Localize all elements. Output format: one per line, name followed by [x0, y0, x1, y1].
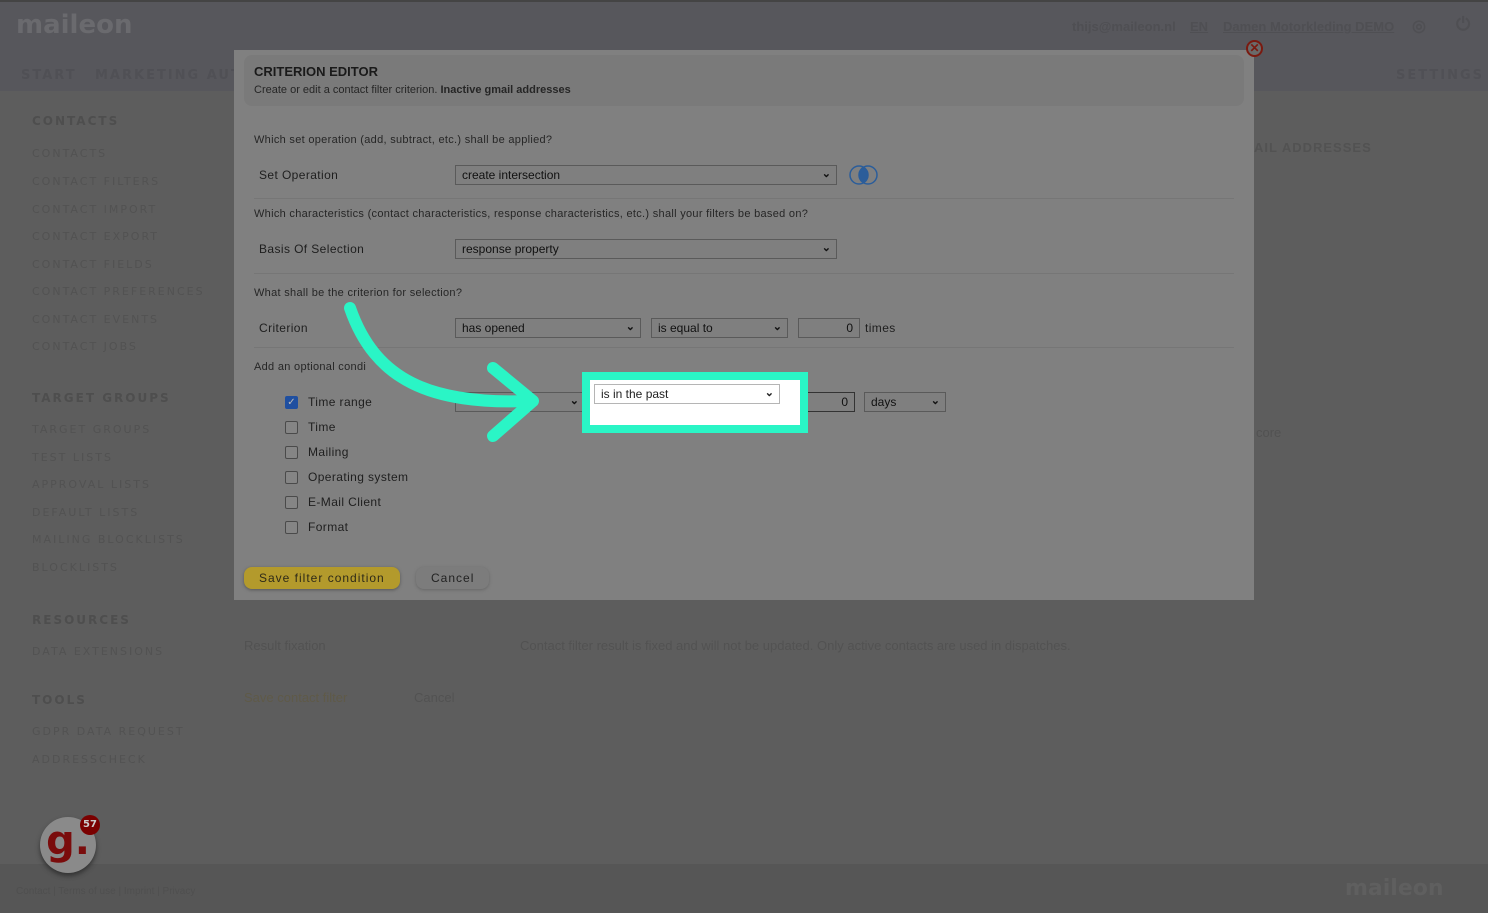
highlighted-time-range-operator: is in the past ⌄ [582, 372, 808, 433]
chevron-down-icon: ⌄ [772, 321, 782, 333]
notification-count: 57 [80, 815, 100, 835]
set-operation-value: create intersection [462, 168, 561, 182]
account-link[interactable]: Damen Motorkleding DEMO [1223, 19, 1394, 34]
close-dialog-icon[interactable]: ✕ [1246, 40, 1263, 57]
sidebar-heading: TOOLS [32, 693, 87, 707]
footer-links[interactable]: Contact | Terms of use | Imprint | Priva… [16, 886, 195, 897]
result-fixation-label: Result fixation [244, 638, 326, 653]
question-set-operation: Which set operation (add, subtract, etc.… [254, 134, 553, 146]
sidebar-item[interactable]: CONTACT JOBS [32, 340, 138, 353]
help-icon[interactable]: ◎ [1412, 16, 1426, 36]
score-label: core [1256, 425, 1282, 440]
result-fixation-text: Contact filter result is fixed and will … [520, 638, 1071, 653]
page-title-fragment: AIL ADDRESSES [1254, 140, 1372, 155]
chevron-down-icon: ⌄ [764, 387, 774, 399]
sidebar-heading: RESOURCES [32, 613, 131, 627]
count-input[interactable]: 0 [798, 318, 860, 338]
time-range-value-input[interactable]: 0 [807, 392, 855, 412]
sidebar-item[interactable]: CONTACT EVENTS [32, 313, 159, 326]
time-range-unit-select[interactable]: days ⌄ [864, 392, 946, 412]
sidebar-item[interactable]: MAILING BLOCKLISTS [32, 533, 185, 546]
dialog-subtitle: Create or edit a contact filter criterio… [254, 84, 438, 96]
sidebar-item[interactable]: GDPR DATA REQUEST [32, 725, 185, 738]
comparator-select[interactable]: is equal to ⌄ [651, 318, 788, 338]
power-icon[interactable]: ⏻ [1456, 14, 1470, 35]
question-basis: Which characteristics (contact character… [254, 208, 809, 220]
footer-logo: maileon [1345, 876, 1444, 901]
criterion-label: Criterion [259, 321, 308, 335]
chevron-down-icon: ⌄ [821, 242, 831, 254]
time-range-checkbox[interactable]: ✓ [285, 396, 298, 409]
annotation-arrow-icon [344, 302, 539, 442]
sidebar-heading: CONTACTS [32, 114, 120, 128]
sidebar-item[interactable]: TEST LISTS [32, 451, 113, 464]
g2-badge-widget[interactable]: 57 g. [40, 815, 100, 873]
divider [254, 198, 1234, 199]
sidebar-item[interactable]: CONTACT FILTERS [32, 175, 160, 188]
cancel-contact-filter-button[interactable]: Cancel [414, 690, 454, 705]
basis-value: response property [462, 242, 559, 256]
set-operation-label: Set Operation [259, 168, 339, 182]
time-range-operator-select[interactable]: is in the past ⌄ [594, 384, 780, 404]
sidebar-item[interactable]: CONTACT EXPORT [32, 230, 159, 243]
email-client-checkbox[interactable] [285, 496, 298, 509]
filter-name: Inactive gmail addresses [440, 84, 571, 96]
sidebar-item[interactable]: CONTACT PREFERENCES [32, 285, 205, 298]
operating-system-checkbox[interactable] [285, 471, 298, 484]
format-checkbox[interactable] [285, 521, 298, 534]
save-filter-condition-button[interactable]: Save filter condition [244, 567, 400, 589]
language-link[interactable]: EN [1190, 19, 1208, 34]
comparator-value: is equal to [658, 321, 713, 335]
divider [254, 273, 1234, 274]
basis-label: Basis Of Selection [259, 242, 365, 256]
operating-system-label: Operating system [308, 470, 409, 484]
user-email: thijs@maileon.nl [1072, 19, 1176, 34]
email-client-label: E-Mail Client [308, 495, 382, 509]
nav-start[interactable]: START [21, 68, 77, 83]
mailing-checkbox[interactable] [285, 446, 298, 459]
footer: Contact | Terms of use | Imprint | Priva… [0, 864, 1488, 913]
sidebar-item[interactable]: TARGET GROUPS [32, 423, 151, 436]
time-range-operator-value: is in the past [601, 387, 669, 401]
cancel-button[interactable]: Cancel [416, 567, 490, 589]
dialog-header: CRITERION EDITOR Create or edit a contac… [244, 55, 1244, 106]
sidebar-heading: TARGET GROUPS [32, 391, 171, 405]
sidebar-item[interactable]: CONTACTS [32, 147, 107, 160]
set-operation-select[interactable]: create intersection ⌄ [455, 165, 837, 185]
sidebar-item[interactable]: APPROVAL LISTS [32, 478, 151, 491]
question-criterion: What shall be the criterion for selectio… [254, 287, 463, 299]
chevron-down-icon: ⌄ [625, 321, 635, 333]
times-label: times [865, 321, 896, 335]
nav-marketing-automation[interactable]: MARKETING AUTO [95, 68, 255, 83]
sidebar-item[interactable]: CONTACT IMPORT [32, 203, 157, 216]
sidebar-item[interactable]: CONTACT FIELDS [32, 258, 154, 271]
sidebar-item[interactable]: DATA EXTENSIONS [32, 645, 164, 658]
sidebar-item[interactable]: ADDRESSCHECK [32, 753, 147, 766]
chevron-down-icon: ⌄ [569, 395, 579, 407]
intersection-icon [849, 165, 878, 185]
sidebar-item[interactable]: DEFAULT LISTS [32, 506, 139, 519]
save-contact-filter-button[interactable]: Save contact filter [244, 690, 347, 705]
chevron-down-icon: ⌄ [821, 168, 831, 180]
time-checkbox[interactable] [285, 421, 298, 434]
time-range-unit-value: days [871, 395, 897, 409]
basis-select[interactable]: response property ⌄ [455, 239, 837, 259]
format-label: Format [308, 520, 349, 534]
sidebar-item[interactable]: BLOCKLISTS [32, 561, 119, 574]
dialog-title: CRITERION EDITOR [254, 64, 378, 79]
maileon-logo[interactable]: maileon [16, 10, 132, 40]
chevron-down-icon: ⌄ [930, 395, 940, 407]
nav-settings[interactable]: SETTINGS [1396, 68, 1484, 83]
